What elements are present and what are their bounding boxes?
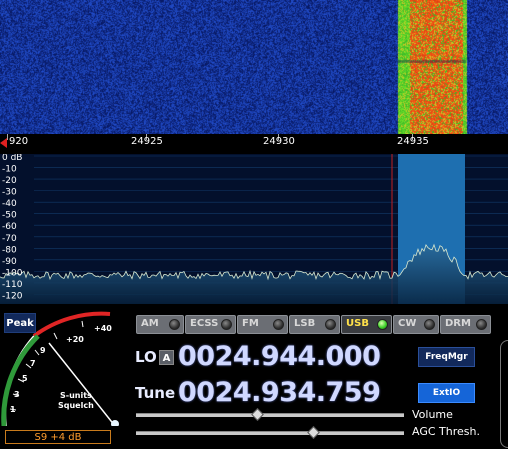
agc-threshold-label: AGC Thresh. <box>412 425 480 438</box>
mode-led-icon <box>476 319 487 330</box>
freq-label: 920 <box>9 136 29 147</box>
mode-label: AM <box>141 318 159 329</box>
freq-label: 24930 <box>263 136 295 147</box>
db-label: 0 dB <box>2 154 22 163</box>
s-scale-label: 1 <box>10 405 16 414</box>
mode-button-lsb[interactable]: LSB <box>289 315 340 334</box>
mode-button-cw[interactable]: CW <box>393 315 439 334</box>
s-scale-label: 9 <box>40 346 46 355</box>
db-label: -120 <box>2 291 23 301</box>
lo-frequency-display[interactable]: 0024.944.000 <box>178 341 381 372</box>
db-label: -60 <box>2 222 17 232</box>
mode-led-icon <box>424 319 435 330</box>
s-meter-pivot <box>111 420 119 426</box>
frequency-ruler[interactable]: 920 24925 24930 24935 <box>0 134 508 154</box>
mode-led-icon <box>325 319 336 330</box>
mode-label: FM <box>242 318 259 329</box>
db-label: -110 <box>2 280 23 290</box>
lo-label: LO <box>135 348 157 366</box>
tune-label: Tune <box>135 384 176 402</box>
mode-button-fm[interactable]: FM <box>237 315 288 334</box>
mode-label: USB <box>346 318 369 329</box>
mode-label: CW <box>398 318 417 329</box>
db-label: -40 <box>2 199 17 209</box>
mode-label: ECSS <box>190 318 219 329</box>
s-scale-label: +40 <box>94 324 112 333</box>
ruler-left-marker-icon <box>0 138 7 148</box>
db-label: -100 <box>2 268 23 278</box>
db-label: -20 <box>2 176 17 186</box>
mode-label: LSB <box>294 318 316 329</box>
mode-led-icon <box>221 319 232 330</box>
extio-button[interactable]: ExtIO <box>418 383 475 403</box>
s-meter-subtitle: Squelch <box>58 401 94 410</box>
db-label: -50 <box>2 211 17 221</box>
agc-threshold-slider[interactable] <box>136 431 404 435</box>
peak-button[interactable]: Peak <box>4 313 36 333</box>
lo-a-button[interactable]: A <box>159 350 174 365</box>
signal-strength-readout: S9 +4 dB <box>5 430 111 444</box>
mode-led-icon <box>169 319 180 330</box>
freq-label: 24925 <box>131 136 163 147</box>
mode-button-am[interactable]: AM <box>136 315 184 334</box>
freq-tick <box>7 134 8 140</box>
mode-led-icon <box>377 319 388 330</box>
s-meter-needle <box>48 342 116 426</box>
s-meter-title: S-units <box>60 391 92 400</box>
s-scale-label: 7 <box>30 359 36 368</box>
mode-button-drm[interactable]: DRM <box>440 315 491 334</box>
s-scale-label: 5 <box>22 374 28 383</box>
db-label: -30 <box>2 188 17 198</box>
waterfall-display[interactable] <box>0 0 508 134</box>
s-scale-label: +20 <box>66 335 84 344</box>
freqmgr-button[interactable]: FreqMgr <box>418 347 475 367</box>
freq-label: 24935 <box>397 136 429 147</box>
spectrum-display[interactable]: 0 dB -10-20 -30-40 -50-60 -70-80 -90-100 -110-… <box>0 154 508 304</box>
db-label: -90 <box>2 257 17 267</box>
s-scale-label: 3 <box>14 390 20 399</box>
mode-led-icon <box>273 319 284 330</box>
db-label: -10 <box>2 165 17 175</box>
mode-button-usb[interactable]: USB <box>341 315 392 334</box>
mode-label: DRM <box>445 318 471 329</box>
db-label: -70 <box>2 234 17 244</box>
volume-slider[interactable] <box>136 413 404 417</box>
tuning-dial[interactable] <box>500 340 508 448</box>
db-label: -80 <box>2 245 17 255</box>
volume-label: Volume <box>412 408 453 421</box>
tune-frequency-display[interactable]: 0024.934.759 <box>178 377 381 408</box>
mode-button-ecss[interactable]: ECSS <box>185 315 236 334</box>
